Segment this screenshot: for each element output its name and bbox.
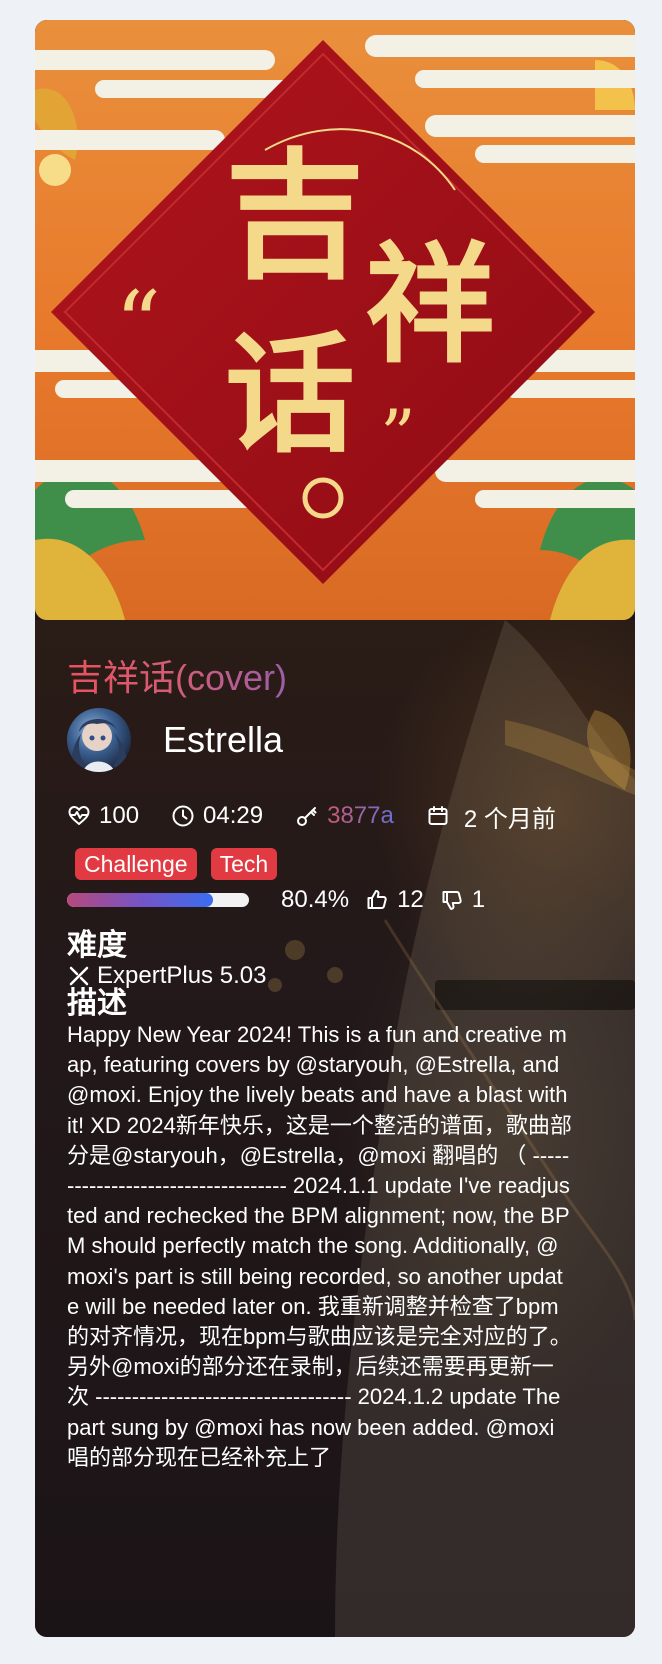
calendar-icon — [428, 806, 448, 825]
avatar-image — [71, 718, 129, 772]
thumbs-up-icon — [367, 890, 387, 909]
downvote-count[interactable]: 1 — [440, 886, 485, 914]
uploaded-value: 2 个月前 — [463, 805, 556, 833]
mapper-name[interactable]: Estrella — [163, 719, 283, 761]
thumbs-down-icon — [442, 891, 462, 910]
upvote-count[interactable]: 12 — [365, 886, 424, 914]
rating-bar — [67, 893, 249, 907]
rating-row: 80.4% 12 1 — [67, 882, 501, 918]
rating-percent: 80.4% — [281, 886, 349, 914]
map-card: 吉 祥 话 “ ” 吉祥话(cover) Estrella 100 04:29 … — [35, 20, 635, 1637]
cover-art[interactable]: 吉 祥 话 “ ” — [35, 20, 635, 620]
downvote-value: 1 — [471, 886, 486, 913]
heart-pulse-icon — [68, 806, 90, 825]
map-description: Happy New Year 2024! This is a fun and c… — [67, 1022, 572, 1470]
mapper-row[interactable]: Estrella — [67, 708, 283, 772]
svg-text:祥: 祥 — [365, 228, 495, 381]
key-stat[interactable]: 3877a — [295, 802, 394, 830]
key-icon — [297, 807, 317, 826]
clock-icon — [172, 805, 194, 827]
rating-bar-fill — [67, 893, 214, 907]
svg-text:“: “ — [115, 272, 161, 377]
svg-text:话: 话 — [225, 318, 355, 471]
stats-row: 100 04:29 3877a 2 个月前 — [67, 802, 588, 833]
difficulty-heading: 难度 — [67, 929, 127, 962]
description-heading: 描述 — [67, 987, 127, 1020]
svg-text:”: ” — [380, 395, 416, 477]
tag-challenge[interactable]: Challenge — [75, 848, 197, 880]
upvote-value: 12 — [397, 886, 424, 913]
score-stat: 100 — [67, 802, 139, 830]
map-title[interactable]: 吉祥话(cover) — [67, 656, 287, 700]
map-info-panel: 吉祥话(cover) Estrella 100 04:29 3877a 2 个月… — [35, 620, 635, 1637]
score-value: 100 — [99, 802, 140, 829]
rating-percent-value: 80.4% — [281, 886, 350, 913]
duration-value: 04:29 — [203, 802, 264, 829]
map-key[interactable]: 3877a — [327, 802, 394, 830]
tag-list: Challenge Tech — [75, 848, 291, 880]
svg-text:吉: 吉 — [225, 135, 365, 299]
uploaded-stat: 2 个月前 — [426, 799, 556, 834]
mapper-avatar[interactable] — [67, 708, 131, 772]
cover-art-image: 吉 祥 话 “ ” — [35, 20, 635, 620]
tag-tech[interactable]: Tech — [210, 848, 278, 880]
duration-stat: 04:29 — [171, 802, 263, 830]
